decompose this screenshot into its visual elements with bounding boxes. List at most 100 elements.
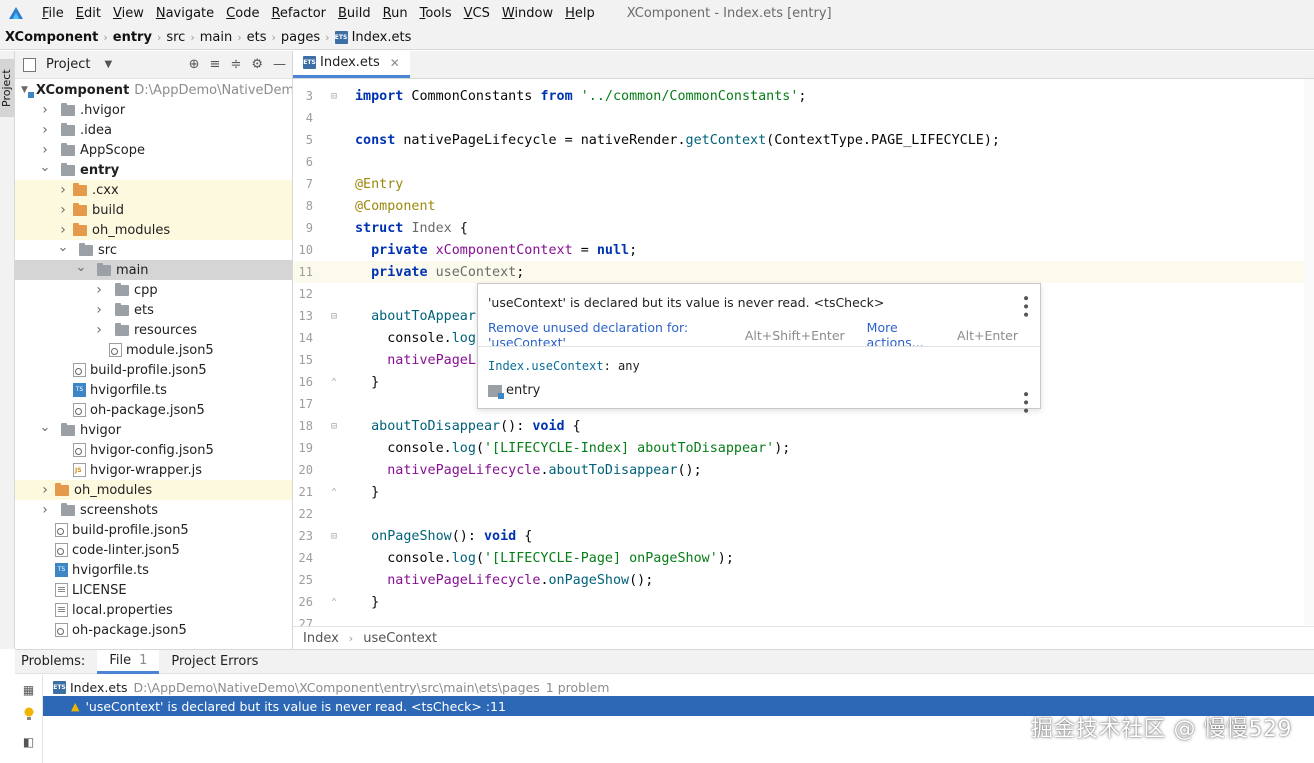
expand-all-icon[interactable]: ≡ [210, 57, 221, 72]
fold-start-icon[interactable]: ⊟ [313, 531, 355, 542]
chevron-down-icon[interactable]: ▼ [104, 59, 112, 70]
minimize-icon[interactable]: — [273, 57, 286, 72]
tree-item[interactable]: › .hvigor [15, 100, 292, 120]
menu-item-navigate[interactable]: Navigate [150, 6, 220, 21]
chevron-down-icon[interactable]: ⌄ [39, 160, 51, 175]
breadcrumb-item-entry[interactable]: entry [113, 30, 152, 45]
code-line[interactable]: 27 [293, 613, 1314, 626]
code-line[interactable]: 8 @Component [293, 195, 1314, 217]
chevron-right-icon[interactable]: › [93, 302, 105, 318]
tree-root[interactable]: ▼ XComponent D:\AppDemo\NativeDemo [15, 80, 292, 100]
code-line[interactable]: 11 private useContext; [293, 261, 1314, 283]
code-line[interactable]: 18 ⊟ aboutToDisappear(): void { [293, 415, 1314, 437]
project-tool-tab[interactable]: Project [0, 59, 14, 117]
menu-item-vcs[interactable]: VCS [458, 6, 496, 21]
kebab-menu-icon[interactable]: ••• [1017, 294, 1033, 319]
app-logo-icon[interactable] [6, 3, 26, 23]
code-line[interactable]: 23 ⊟ onPageShow(): void { [293, 525, 1314, 547]
tree-item[interactable]: › build [15, 200, 292, 220]
group-by-icon[interactable]: ▦ [23, 683, 34, 697]
tree-item[interactable]: › cpp [15, 280, 292, 300]
locate-icon[interactable]: ⊕ [189, 57, 200, 72]
code-line[interactable]: 25 nativePageLifecycle.onPageShow(); [293, 569, 1314, 591]
code-line[interactable]: 22 [293, 503, 1314, 525]
code-line[interactable]: 4 [293, 107, 1314, 129]
breadcrumb-item-project[interactable]: XComponent [5, 30, 98, 45]
problem-file-row[interactable]: ETS Index.ets D:\AppDemo\NativeDemo\XCom… [43, 677, 1314, 697]
lightbulb-icon[interactable] [23, 707, 35, 725]
breadcrumb-item-pages[interactable]: pages [281, 30, 320, 45]
tree-item[interactable]: module.json5 [15, 340, 292, 360]
tree-item[interactable]: local.properties [15, 600, 292, 620]
tree-item[interactable]: hvigor-config.json5 [15, 440, 292, 460]
tree-item[interactable]: ⌄ src [15, 240, 292, 260]
tree-item[interactable]: › .idea [15, 120, 292, 140]
tree-item[interactable]: LICENSE [15, 580, 292, 600]
chevron-right-icon[interactable]: › [39, 482, 51, 498]
tree-item[interactable]: › ets [15, 300, 292, 320]
fold-start-icon[interactable]: ⊟ [313, 421, 355, 432]
menu-item-window[interactable]: Window [496, 6, 559, 21]
editor-footer-member[interactable]: useContext [363, 631, 437, 646]
code-line[interactable]: 26 ⌃ } [293, 591, 1314, 613]
fold-start-icon[interactable]: ⊟ [313, 311, 355, 322]
tree-item[interactable]: build-profile.json5 [15, 520, 292, 540]
tree-item[interactable]: › oh_modules [15, 480, 292, 500]
tree-item[interactable]: oh-package.json5 [15, 400, 292, 420]
breadcrumb-item-file[interactable]: Index.ets [352, 30, 412, 45]
tree-item[interactable]: › resources [15, 320, 292, 340]
tab-file[interactable]: File 1 [97, 649, 160, 674]
editor-tab-index[interactable]: ETS Index.ets ✕ [293, 50, 410, 78]
code-line[interactable]: 6 [293, 151, 1314, 173]
tree-item[interactable]: ⌄ entry [15, 160, 292, 180]
chevron-right-icon[interactable]: › [39, 122, 51, 138]
chevron-right-icon[interactable]: › [93, 282, 105, 298]
menu-item-code[interactable]: Code [220, 6, 265, 21]
tree-item[interactable]: oh-package.json5 [15, 620, 292, 640]
menu-item-build[interactable]: Build [332, 6, 377, 21]
breadcrumb-item-ets[interactable]: ets [247, 30, 267, 45]
editor-scrollbar[interactable] [1304, 79, 1314, 625]
menu-item-edit[interactable]: Edit [70, 6, 107, 21]
close-icon[interactable]: ✕ [390, 56, 400, 70]
code-line[interactable]: 21 ⌃ } [293, 481, 1314, 503]
chevron-down-icon[interactable]: ▼ [21, 85, 28, 95]
fold-end-icon[interactable]: ⌃ [313, 597, 355, 608]
chevron-down-icon[interactable]: ⌄ [39, 420, 51, 435]
tree-item[interactable]: › screenshots [15, 500, 292, 520]
chevron-right-icon[interactable]: › [93, 322, 105, 338]
code-line[interactable]: 5 const nativePageLifecycle = nativeRende… [293, 129, 1314, 151]
tree-item[interactable]: code-linter.json5 [15, 540, 292, 560]
chevron-right-icon[interactable]: › [57, 222, 69, 238]
tree-item[interactable]: ⌄ main [15, 260, 292, 280]
chevron-right-icon[interactable]: › [39, 142, 51, 158]
chevron-down-icon[interactable]: ⌄ [75, 260, 87, 275]
menu-item-file[interactable]: File [36, 6, 70, 21]
project-panel-title[interactable]: Project [46, 57, 90, 72]
tree-item[interactable]: › oh_modules [15, 220, 292, 240]
tree-item[interactable]: TS hvigorfile.ts [15, 380, 292, 400]
tab-project-errors[interactable]: Project Errors [159, 650, 270, 674]
editor-footer-scope[interactable]: Index [303, 631, 339, 646]
signature-name[interactable]: Index.useContext [488, 359, 604, 373]
tree-item[interactable]: › .cxx [15, 180, 292, 200]
chevron-down-icon[interactable]: ⌄ [57, 240, 69, 255]
preview-icon[interactable]: ◧ [23, 735, 34, 749]
code-line[interactable]: 9 struct Index { [293, 217, 1314, 239]
fold-start-icon[interactable]: ⊟ [313, 91, 355, 102]
menu-item-help[interactable]: Help [559, 6, 601, 21]
chevron-right-icon[interactable]: › [39, 102, 51, 118]
code-line[interactable]: 7 @Entry [293, 173, 1314, 195]
tree-item[interactable]: ⌄ hvigor [15, 420, 292, 440]
chevron-right-icon[interactable]: › [57, 182, 69, 198]
tree-item[interactable]: › AppScope [15, 140, 292, 160]
fold-end-icon[interactable]: ⌃ [313, 377, 355, 388]
menu-item-refactor[interactable]: Refactor [265, 6, 332, 21]
collapse-all-icon[interactable]: ≑ [230, 57, 241, 72]
chevron-right-icon[interactable]: › [39, 502, 51, 518]
menu-item-tools[interactable]: Tools [414, 6, 458, 21]
kebab-menu-icon[interactable]: ••• [1017, 390, 1033, 415]
tree-item[interactable]: TS hvigorfile.ts [15, 560, 292, 580]
code-line[interactable]: 20 nativePageLifecycle.aboutToDisappear(… [293, 459, 1314, 481]
breadcrumb-item-main[interactable]: main [200, 30, 232, 45]
